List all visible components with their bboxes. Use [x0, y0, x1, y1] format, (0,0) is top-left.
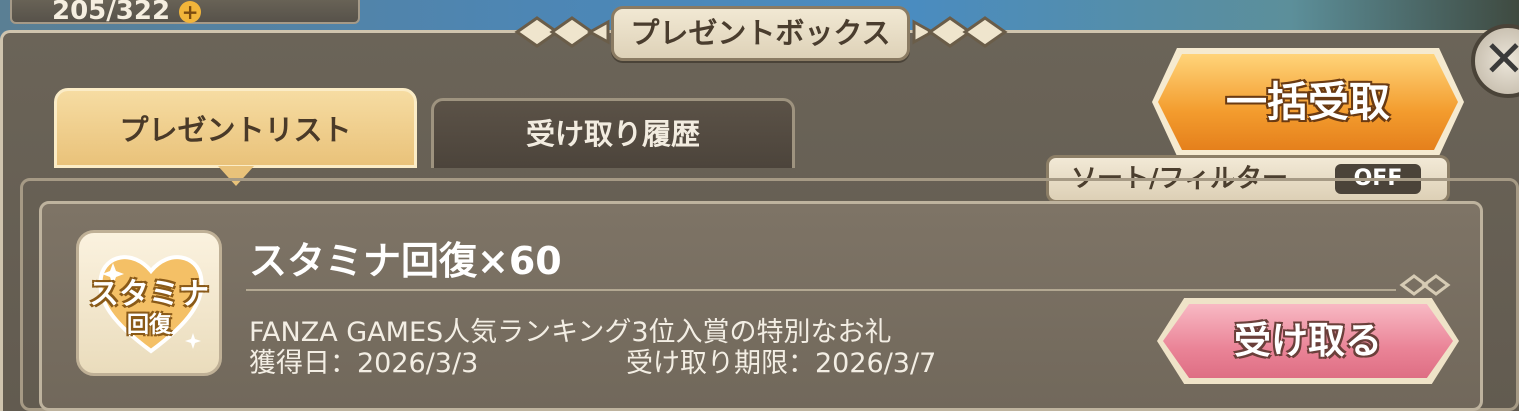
- dialog-title: プレゼントボックス: [611, 6, 910, 61]
- item-dates: 獲得日：2026/3/3 受け取り期限：2026/3/7: [249, 341, 936, 380]
- stamina-counter: 205/322 +: [10, 0, 360, 26]
- plus-icon[interactable]: +: [179, 0, 202, 23]
- divider-ornament-icon: [1399, 274, 1451, 296]
- stamina-item-icon: スタミナ 回復: [76, 230, 222, 376]
- title-ornament-left-icon: [514, 16, 610, 48]
- item-name: スタミナ回復×60: [249, 239, 562, 283]
- acquired-date: 獲得日：2026/3/3: [249, 348, 479, 379]
- bulk-receive-button[interactable]: 一括受取: [1158, 54, 1458, 150]
- title-ornament-right-icon: [912, 16, 1008, 48]
- receive-deadline: 受け取り期限：2026/3/7: [626, 348, 937, 379]
- receive-button[interactable]: 受け取る: [1163, 304, 1453, 378]
- stamina-counter-value: 205/322: [52, 0, 171, 26]
- divider: [246, 289, 1396, 291]
- icon-label-bottom: 回復: [126, 313, 171, 338]
- tab-present-list[interactable]: プレゼントリスト: [54, 88, 417, 168]
- tab-receive-history[interactable]: 受け取り履歴: [431, 98, 795, 168]
